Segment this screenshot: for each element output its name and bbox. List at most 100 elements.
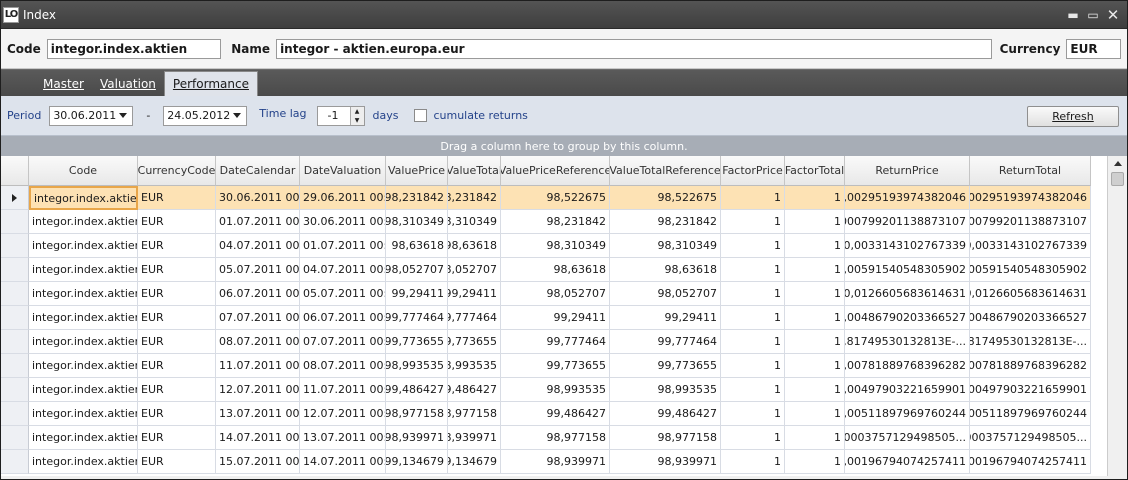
cell-date-valuation[interactable]: 07.07.2011 00:...: [300, 330, 386, 354]
cell-factor-total[interactable]: 1: [785, 306, 845, 330]
column-header-date-valuation[interactable]: DateValuation: [300, 156, 386, 186]
cell-value-total-reference[interactable]: 98,522675: [610, 186, 721, 210]
cell-factor-total[interactable]: 1: [785, 330, 845, 354]
cumulate-returns-checkbox[interactable]: [414, 109, 428, 122]
table-row[interactable]: integor.index.aktienEUR08.07.2011 00:...…: [1, 330, 1107, 354]
cell-return-total[interactable]: 0,0033143102767339: [970, 234, 1091, 258]
table-row[interactable]: integor.index.aktienEUR05.07.2011 00:...…: [1, 258, 1107, 282]
cell-value-price[interactable]: 99,773655: [386, 330, 448, 354]
cell-factor-price[interactable]: 1: [721, 330, 785, 354]
cell-value-price[interactable]: 99,134679: [386, 450, 448, 474]
cell-code[interactable]: integor.index.aktien: [29, 426, 138, 450]
cell-value-total-reference[interactable]: 98,63618: [610, 258, 721, 282]
cell-value-total[interactable]: 99,773655: [448, 330, 501, 354]
cell-value-price-reference[interactable]: 99,29411: [501, 306, 610, 330]
cell-return-price[interactable]: 0,00486790203366527: [845, 306, 970, 330]
cell-date-calendar[interactable]: 15.07.2011 00:...: [216, 450, 300, 474]
column-header-value-total-reference[interactable]: ValueTotalReference: [610, 156, 721, 186]
cell-return-price[interactable]: 0,00196794074257411: [845, 450, 970, 474]
column-header-value-price[interactable]: ValuePrice: [386, 156, 448, 186]
row-indicator[interactable]: [1, 378, 29, 402]
cell-return-price[interactable]: 0,0126605683614631: [845, 282, 970, 306]
cell-factor-total[interactable]: 1: [785, 282, 845, 306]
cell-return-price[interactable]: -0,00591540548305902: [845, 258, 970, 282]
column-header-return-price[interactable]: ReturnPrice: [845, 156, 970, 186]
cell-code[interactable]: integor.index.aktien: [29, 450, 138, 474]
table-row[interactable]: integor.index.aktienEUR06.07.2011 00:...…: [1, 282, 1107, 306]
row-indicator[interactable]: [1, 402, 29, 426]
cell-factor-total[interactable]: 1: [785, 234, 845, 258]
vertical-scrollbar[interactable]: [1107, 156, 1127, 476]
cell-code[interactable]: integor.index.aktien: [29, 210, 138, 234]
cell-currency-code[interactable]: EUR: [138, 450, 216, 474]
cell-currency-code[interactable]: EUR: [138, 306, 216, 330]
cell-value-price[interactable]: 98,052707: [386, 258, 448, 282]
table-row[interactable]: integor.index.aktienEUR11.07.2011 00:...…: [1, 354, 1107, 378]
cell-value-price-reference[interactable]: 98,310349: [501, 234, 610, 258]
cell-value-price-reference[interactable]: 98,052707: [501, 282, 610, 306]
time-lag-stepper[interactable]: -1 ▲ ▼: [316, 105, 365, 126]
cell-code[interactable]: integor.index.aktien: [29, 234, 138, 258]
tab-performance[interactable]: Performance: [163, 71, 258, 96]
cell-date-valuation[interactable]: 29.06.2011 00:...: [300, 186, 386, 210]
close-icon[interactable]: ✕: [1103, 5, 1123, 25]
cell-date-valuation[interactable]: 12.07.2011 00:...: [300, 402, 386, 426]
cell-factor-total[interactable]: 1: [785, 426, 845, 450]
cell-date-valuation[interactable]: 05.07.2011 00:...: [300, 282, 386, 306]
cell-return-price[interactable]: -0,00781889768396282: [845, 354, 970, 378]
cell-date-calendar[interactable]: 04.07.2011 00:...: [216, 234, 300, 258]
cell-return-price[interactable]: -3,81749530132813E-...: [845, 330, 970, 354]
scroll-thumb[interactable]: [1111, 172, 1124, 186]
cell-return-total[interactable]: 0,00486790203366527: [970, 306, 1091, 330]
tab-master[interactable]: Master: [35, 72, 92, 96]
period-from-select[interactable]: 30.06.2011: [49, 105, 134, 126]
row-indicator[interactable]: [1, 306, 29, 330]
cell-return-total[interactable]: 0,0126605683614631: [970, 282, 1091, 306]
cell-date-valuation[interactable]: 13.07.2011 00:...: [300, 426, 386, 450]
column-header-code[interactable]: Code: [29, 156, 138, 186]
column-header-date-calendar[interactable]: DateCalendar: [216, 156, 300, 186]
stepper-up-icon[interactable]: ▲: [350, 106, 364, 116]
cell-currency-code[interactable]: EUR: [138, 330, 216, 354]
cell-factor-price[interactable]: 1: [721, 306, 785, 330]
cell-factor-total[interactable]: 1: [785, 186, 845, 210]
column-header-currency-code[interactable]: CurrencyCode: [138, 156, 216, 186]
cell-return-total[interactable]: -0,00591540548305902: [970, 258, 1091, 282]
cell-value-total[interactable]: 98,939971: [448, 426, 501, 450]
table-row[interactable]: integor.index.aktienEUR13.07.2011 00:...…: [1, 402, 1107, 426]
column-header-factor-total[interactable]: FactorTotal: [785, 156, 845, 186]
cell-date-calendar[interactable]: 12.07.2011 00:...: [216, 378, 300, 402]
cell-currency-code[interactable]: EUR: [138, 402, 216, 426]
scroll-up-icon[interactable]: [1108, 156, 1127, 170]
cell-code[interactable]: integor.index.aktien: [29, 402, 138, 426]
cell-factor-price[interactable]: 1: [721, 354, 785, 378]
cell-value-total[interactable]: 98,310349: [448, 210, 501, 234]
currency-field[interactable]: EUR: [1066, 38, 1121, 59]
cell-date-calendar[interactable]: 11.07.2011 00:...: [216, 354, 300, 378]
column-header-factor-price[interactable]: FactorPrice: [721, 156, 785, 186]
cell-value-total-reference[interactable]: 98,310349: [610, 234, 721, 258]
cell-value-total-reference[interactable]: 98,939971: [610, 450, 721, 474]
cell-value-total-reference[interactable]: 99,486427: [610, 402, 721, 426]
cell-return-price[interactable]: 0,000799201138873107: [845, 210, 970, 234]
cell-value-total[interactable]: 98,63618: [448, 234, 501, 258]
cell-return-price[interactable]: -0,0003757129498505...: [845, 426, 970, 450]
column-header-value-price-reference[interactable]: ValuePriceReference: [501, 156, 610, 186]
row-indicator[interactable]: [1, 186, 29, 210]
cell-date-calendar[interactable]: 14.07.2011 00:...: [216, 426, 300, 450]
name-field[interactable]: integor - aktien.europa.eur: [276, 38, 992, 59]
cell-currency-code[interactable]: EUR: [138, 210, 216, 234]
cell-date-valuation[interactable]: 06.07.2011 00:...: [300, 306, 386, 330]
cell-value-price[interactable]: 98,977158: [386, 402, 448, 426]
cell-value-total[interactable]: 98,977158: [448, 402, 501, 426]
cell-factor-total[interactable]: 1: [785, 258, 845, 282]
table-row[interactable]: integor.index.aktienEUR07.07.2011 00:...…: [1, 306, 1107, 330]
cell-factor-total[interactable]: 1: [785, 354, 845, 378]
cell-factor-price[interactable]: 1: [721, 258, 785, 282]
code-field[interactable]: integor.index.aktien: [46, 38, 222, 59]
row-indicator[interactable]: [1, 210, 29, 234]
cell-code[interactable]: integor.index.aktien: [29, 354, 138, 378]
row-indicator[interactable]: [1, 450, 29, 474]
cell-code[interactable]: integor.index.aktien: [29, 330, 138, 354]
cell-date-calendar[interactable]: 07.07.2011 00:...: [216, 306, 300, 330]
